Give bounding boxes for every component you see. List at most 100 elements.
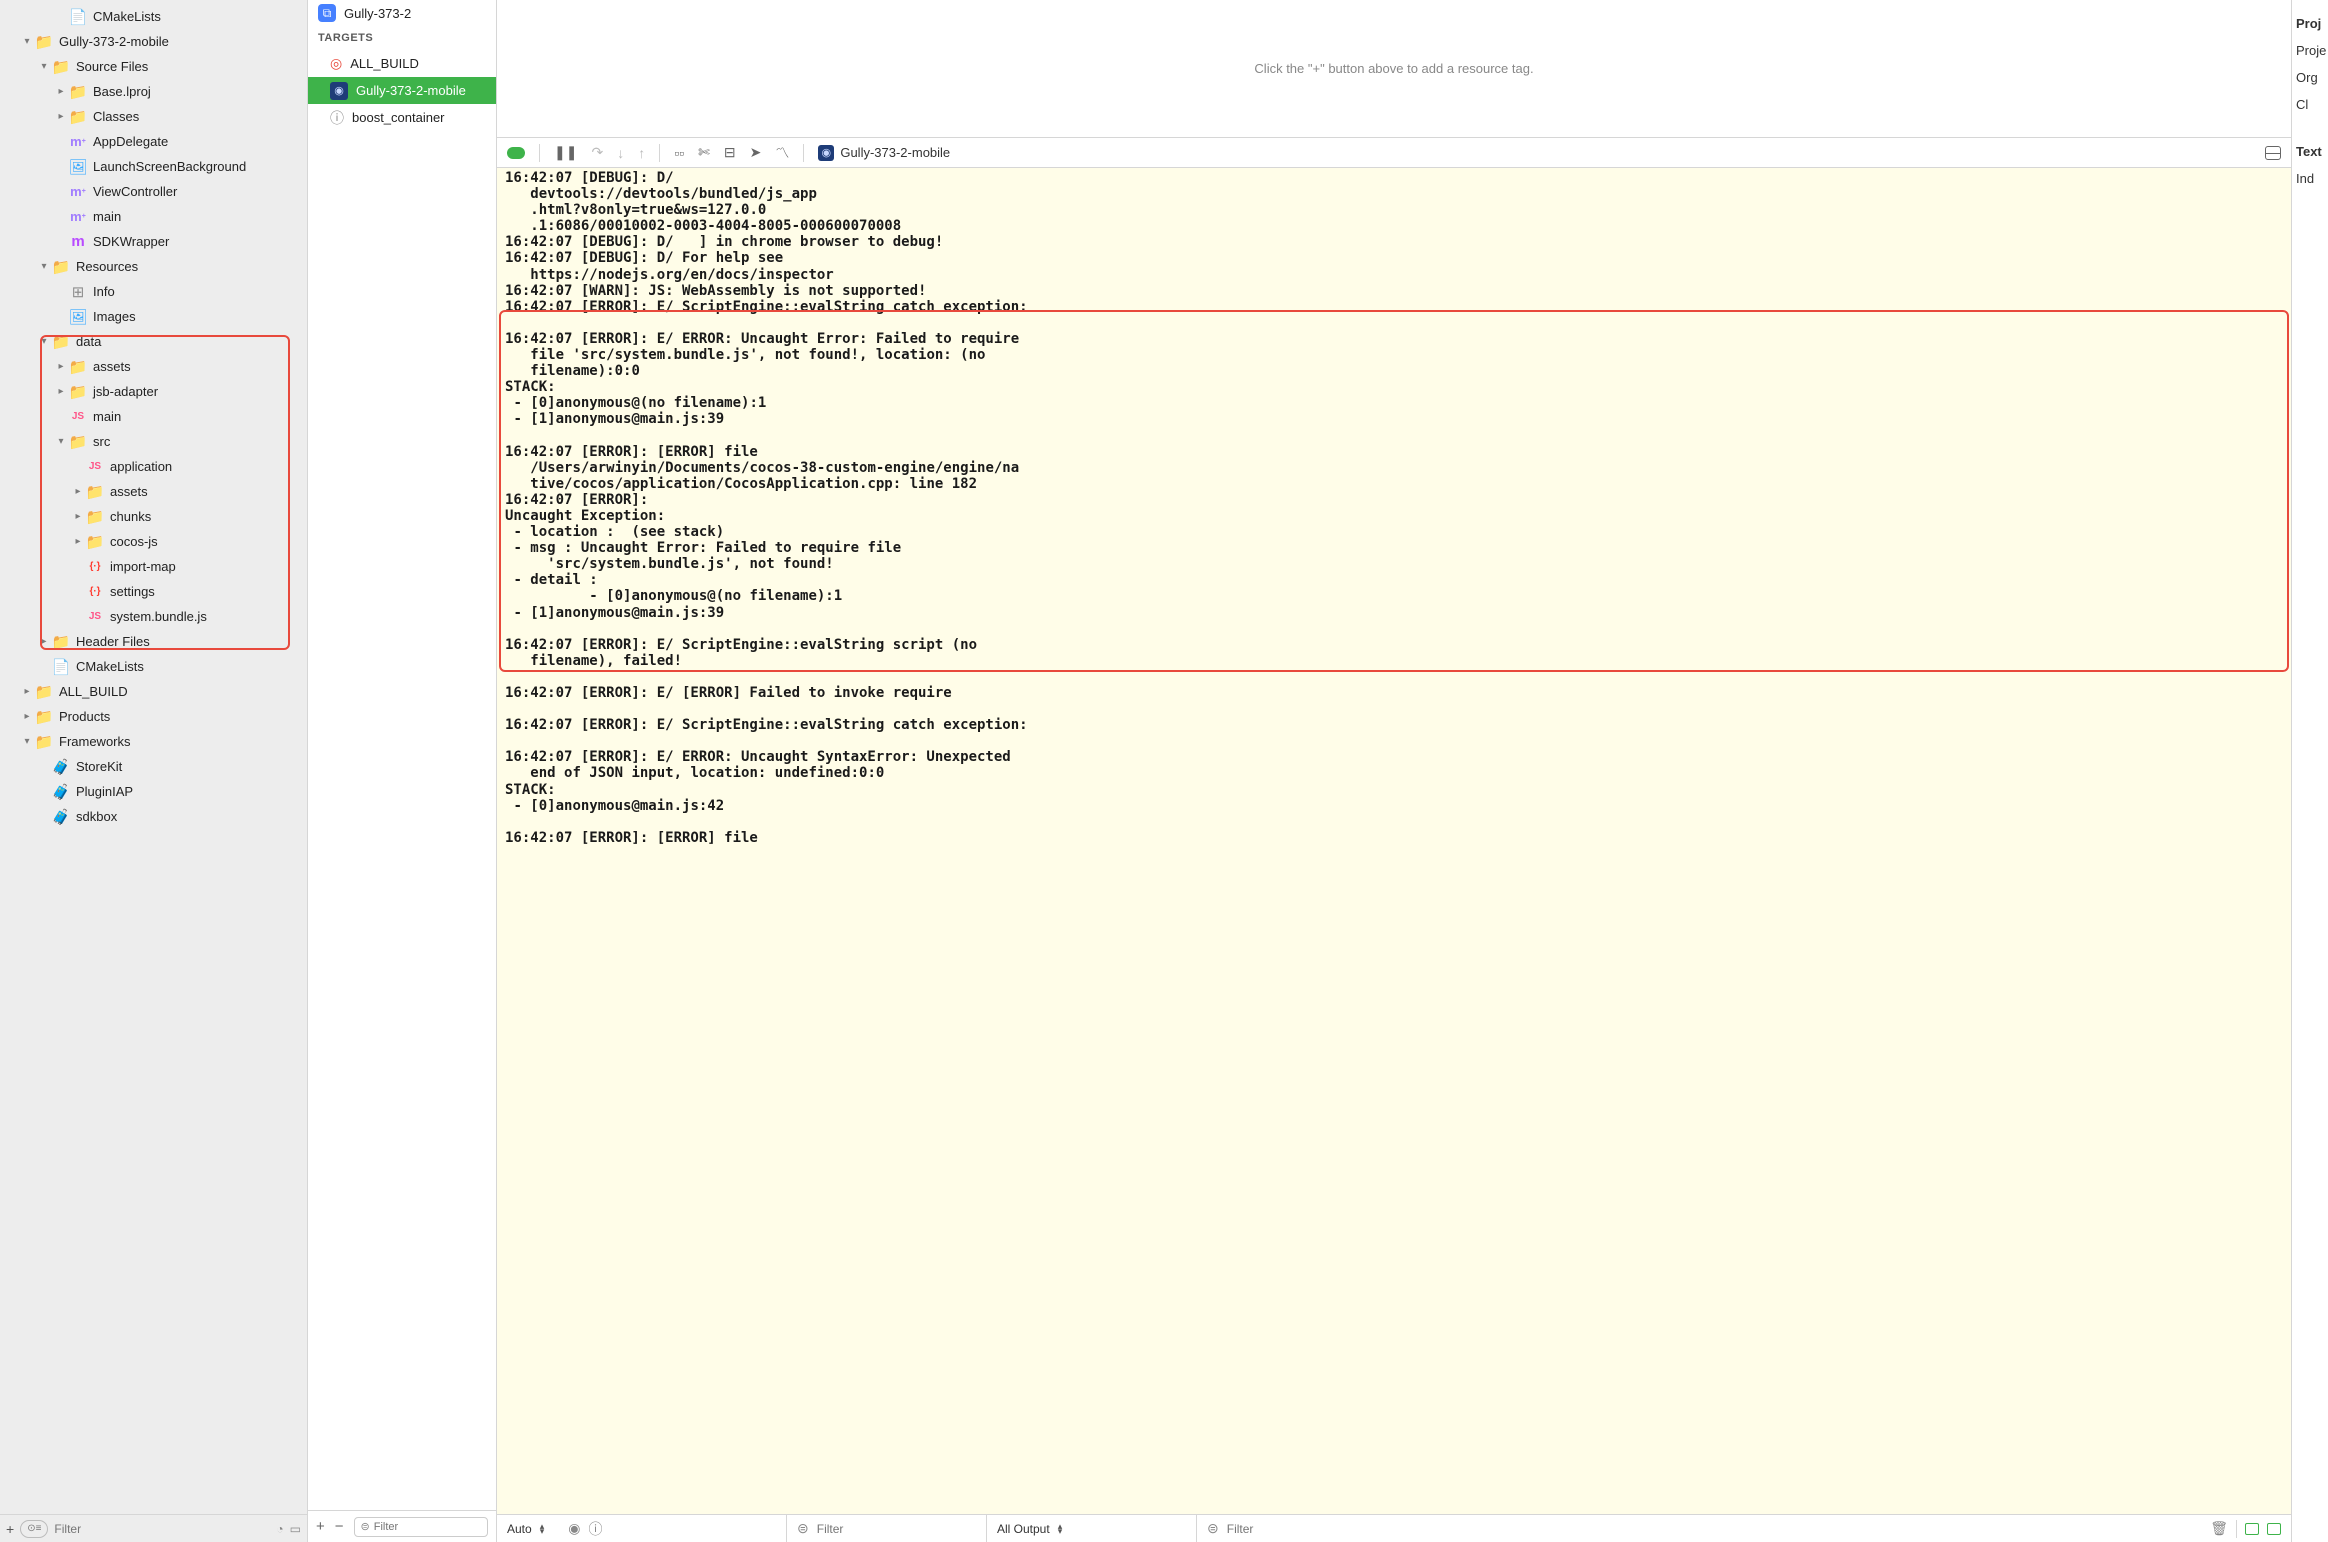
tree-item-sdkbox[interactable]: 🧳sdkbox: [0, 804, 307, 829]
tree-item-products[interactable]: ▸📁Products: [0, 704, 307, 729]
target-all-build[interactable]: ◎ALL_BUILD: [308, 50, 496, 77]
tree-item-viewcontroller[interactable]: m+ViewController: [0, 179, 307, 204]
signal-icon[interactable]: 〽: [775, 143, 789, 163]
tree-item-pluginiap[interactable]: 🧳PluginIAP: [0, 779, 307, 804]
inspector-row[interactable]: Cl: [2292, 91, 2328, 118]
disclosure-triangle[interactable]: ▸: [55, 361, 67, 373]
inspector-row[interactable]: Org: [2292, 64, 2328, 91]
project-row[interactable]: ⧉ Gully-373-2: [308, 0, 496, 26]
disclosure-triangle[interactable]: [72, 461, 84, 473]
disclosure-triangle[interactable]: [38, 761, 50, 773]
tree-item-info[interactable]: ⊞Info: [0, 279, 307, 304]
tree-item-system-bundle-js[interactable]: JSsystem.bundle.js: [0, 604, 307, 629]
targets-filter-input[interactable]: [374, 1521, 481, 1533]
tree-item-assets[interactable]: ▸📁assets: [0, 354, 307, 379]
location-icon[interactable]: ➤: [750, 144, 762, 161]
disclosure-triangle[interactable]: ▾: [38, 336, 50, 348]
tree-item-assets[interactable]: ▸📁assets: [0, 479, 307, 504]
left-pane-toggle[interactable]: [2245, 1523, 2259, 1535]
tree-item-jsb-adapter[interactable]: ▸📁jsb-adapter: [0, 379, 307, 404]
output-select[interactable]: All Output: [997, 1522, 1050, 1536]
disclosure-triangle[interactable]: ▾: [21, 736, 33, 748]
tree-item-chunks[interactable]: ▸📁chunks: [0, 504, 307, 529]
disclosure-triangle[interactable]: ▸: [38, 636, 50, 648]
console-filter-input[interactable]: [1227, 1522, 2190, 1536]
auto-select[interactable]: Auto: [507, 1522, 532, 1536]
tree-item-all-build[interactable]: ▸📁ALL_BUILD: [0, 679, 307, 704]
step-over-icon[interactable]: ↷: [591, 144, 603, 161]
memory-graph-icon[interactable]: ⊟: [724, 144, 736, 161]
inspector-row[interactable]: Proje: [2292, 37, 2328, 64]
add-target-button[interactable]: +: [316, 1518, 325, 1535]
right-pane-toggle[interactable]: [2267, 1523, 2281, 1535]
step-into-icon[interactable]: ↓: [617, 145, 624, 161]
tree-item-settings[interactable]: {·}settings: [0, 579, 307, 604]
tree-item-main[interactable]: m+main: [0, 204, 307, 229]
disclosure-triangle[interactable]: ▸: [55, 86, 67, 98]
tree-item-src[interactable]: ▾📁src: [0, 429, 307, 454]
tree-item-sdkwrapper[interactable]: mSDKWrapper: [0, 229, 307, 254]
toggle-bottom-panel-icon[interactable]: [2265, 146, 2281, 160]
disclosure-triangle[interactable]: ▾: [55, 436, 67, 448]
disclosure-triangle[interactable]: [55, 11, 67, 23]
disclosure-triangle[interactable]: ▸: [55, 386, 67, 398]
disclosure-triangle[interactable]: ▸: [21, 711, 33, 723]
scissors-icon[interactable]: ✄: [698, 144, 710, 161]
tree-item-frameworks[interactable]: ▾📁Frameworks: [0, 729, 307, 754]
disclosure-triangle[interactable]: [55, 236, 67, 248]
disclosure-triangle[interactable]: [38, 811, 50, 823]
tree-item-cmakelists[interactable]: 📄CMakeLists: [0, 654, 307, 679]
view-debug-icon[interactable]: ▫▫: [674, 145, 684, 161]
tree-item-resources[interactable]: ▾📁Resources: [0, 254, 307, 279]
inspector-row[interactable]: Ind: [2292, 165, 2328, 192]
tree-item-storekit[interactable]: 🧳StoreKit: [0, 754, 307, 779]
disclosure-triangle[interactable]: [55, 161, 67, 173]
debug-breadcrumb[interactable]: ◉ Gully-373-2-mobile: [818, 145, 950, 161]
tree-item-gully-373-2-mobile[interactable]: ▾📁Gully-373-2-mobile: [0, 29, 307, 54]
disclosure-triangle[interactable]: ▸: [55, 111, 67, 123]
eye-icon[interactable]: ◉: [568, 1520, 580, 1537]
tree-item-images[interactable]: 🖼Images: [0, 304, 307, 329]
scm-filter-icon[interactable]: ▭: [290, 1522, 301, 1536]
disclosure-triangle[interactable]: [38, 661, 50, 673]
tree-item-cmakelists[interactable]: 📄CMakeLists: [0, 4, 307, 29]
tree-item-application[interactable]: JSapplication: [0, 454, 307, 479]
disclosure-triangle[interactable]: ▸: [72, 486, 84, 498]
recent-filter-icon[interactable]: ◔: [276, 1522, 283, 1536]
console-output[interactable]: 16:42:07 [DEBUG]: D/ devtools://devtools…: [497, 168, 2291, 1514]
tree-item-cocos-js[interactable]: ▸📁cocos-js: [0, 529, 307, 554]
tree-item-source-files[interactable]: ▾📁Source Files: [0, 54, 307, 79]
disclosure-triangle[interactable]: ▸: [72, 511, 84, 523]
disclosure-triangle[interactable]: ▸: [21, 686, 33, 698]
breakpoints-toggle[interactable]: [507, 147, 525, 159]
navigator-filter-input[interactable]: [54, 1522, 270, 1536]
disclosure-triangle[interactable]: [72, 611, 84, 623]
disclosure-triangle[interactable]: ▾: [38, 261, 50, 273]
disclosure-triangle[interactable]: [55, 311, 67, 323]
tree-item-launchscreenbackground[interactable]: 🖼LaunchScreenBackground: [0, 154, 307, 179]
pause-icon[interactable]: ❚❚: [554, 144, 577, 161]
disclosure-triangle[interactable]: [55, 286, 67, 298]
step-out-icon[interactable]: ↑: [638, 145, 645, 161]
info-icon[interactable]: ⓘ: [588, 1519, 602, 1539]
trash-icon[interactable]: 🗑: [2210, 1520, 2228, 1537]
target-gully-373-2-mobile[interactable]: ◉Gully-373-2-mobile: [308, 77, 496, 104]
disclosure-triangle[interactable]: [72, 586, 84, 598]
disclosure-triangle[interactable]: ▾: [21, 36, 33, 48]
remove-target-button[interactable]: −: [335, 1518, 344, 1535]
target-boost-container[interactable]: ⓘboost_container: [308, 104, 496, 131]
tree-item-header-files[interactable]: ▸📁Header Files: [0, 629, 307, 654]
disclosure-triangle[interactable]: [55, 136, 67, 148]
tree-item-classes[interactable]: ▸📁Classes: [0, 104, 307, 129]
tree-item-base-lproj[interactable]: ▸📁Base.lproj: [0, 79, 307, 104]
filter-scope-pill[interactable]: ⊙≡: [20, 1520, 48, 1538]
tree-item-data[interactable]: ▾📁data: [0, 329, 307, 354]
disclosure-triangle[interactable]: [55, 411, 67, 423]
disclosure-triangle[interactable]: ▾: [38, 61, 50, 73]
disclosure-triangle[interactable]: [72, 561, 84, 573]
tree-item-import-map[interactable]: {·}import-map: [0, 554, 307, 579]
disclosure-triangle[interactable]: [55, 186, 67, 198]
tree-item-main[interactable]: JSmain: [0, 404, 307, 429]
file-tree[interactable]: 📄CMakeLists▾📁Gully-373-2-mobile▾📁Source …: [0, 0, 307, 1514]
disclosure-triangle[interactable]: [55, 211, 67, 223]
